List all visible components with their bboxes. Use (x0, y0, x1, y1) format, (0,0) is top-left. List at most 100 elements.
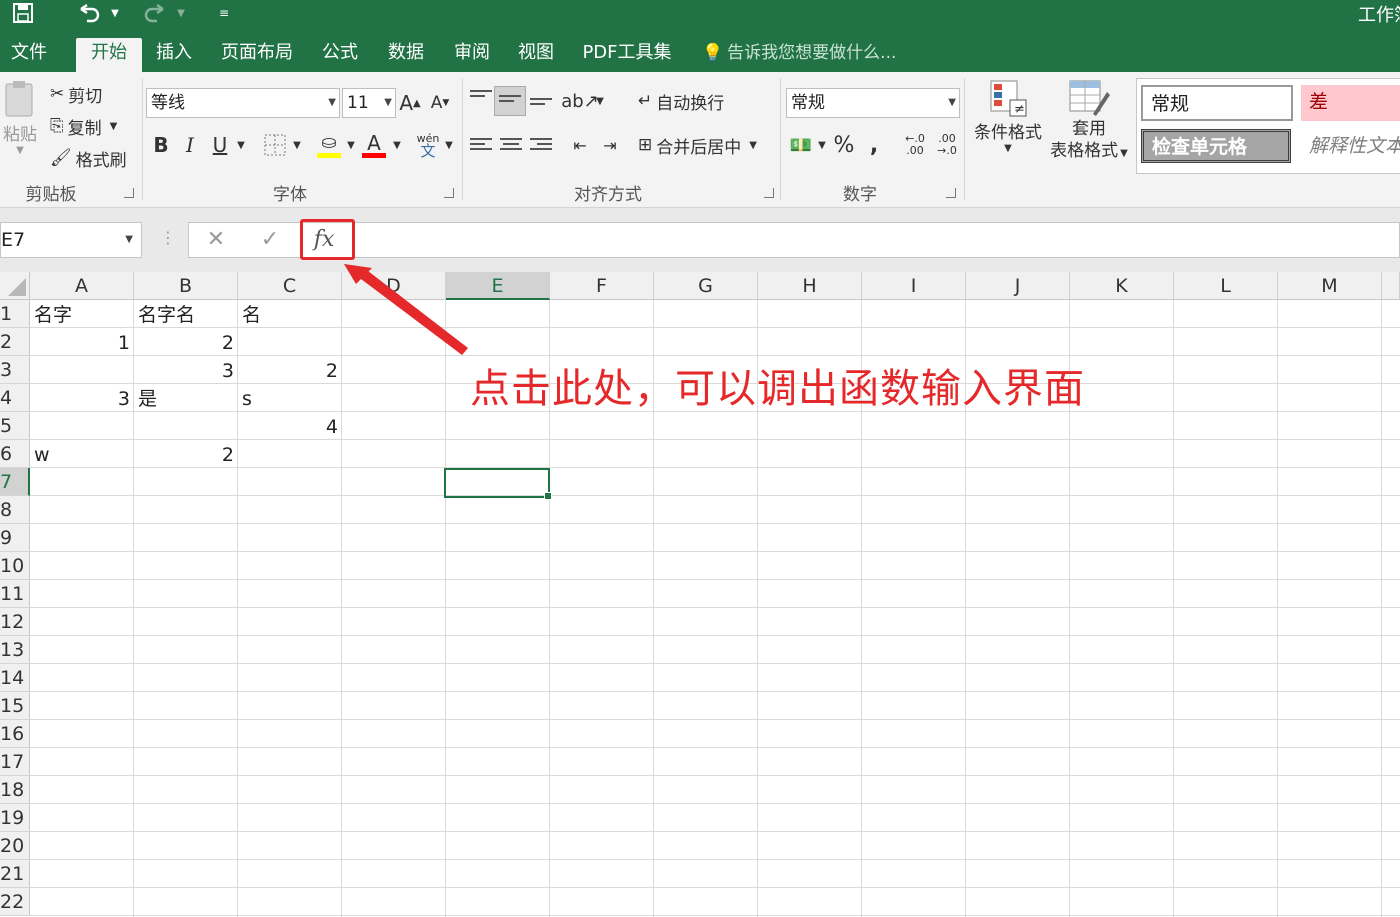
comma-style-button[interactable]: , (864, 130, 884, 160)
column-header-a[interactable]: A (30, 272, 134, 300)
row-header-15[interactable]: 15 (0, 692, 30, 720)
number-launcher-icon[interactable] (946, 188, 956, 198)
merge-center-button[interactable]: ⊞ 合并后居中 ▼ (638, 130, 757, 160)
shrink-font-icon[interactable]: A ▼ (430, 88, 450, 118)
cell-b1[interactable]: 名字名 (134, 300, 238, 328)
tab-view[interactable]: 视图 (510, 38, 562, 72)
active-cell-e7[interactable] (444, 468, 552, 500)
row-header-8[interactable]: 8 (0, 496, 30, 524)
row-header-5[interactable]: 5 (0, 412, 30, 440)
row-header-7[interactable]: 7 (0, 468, 30, 496)
borders-dropdown-icon[interactable]: ▼ (290, 130, 304, 160)
paste-button[interactable]: 粘贴 ▼ (0, 80, 40, 170)
cell-a6[interactable]: w (30, 440, 134, 468)
increase-decimal-icon[interactable]: ←.0.00 (900, 130, 930, 160)
align-left-icon[interactable] (470, 138, 492, 156)
style-normal[interactable]: 常规 (1141, 85, 1293, 121)
align-bottom-icon[interactable] (530, 98, 552, 116)
align-middle-button[interactable] (494, 86, 526, 116)
cell-c3[interactable]: 2 (238, 356, 342, 384)
cell-a1[interactable]: 名字 (30, 300, 134, 328)
cell-a2[interactable]: 1 (30, 328, 134, 356)
conditional-formatting-button[interactable]: ≠ 条件格式 ▼ (968, 78, 1048, 170)
row-header-9[interactable]: 9 (0, 524, 30, 552)
row-header-6[interactable]: 6 (0, 440, 30, 468)
customize-qat-icon[interactable]: ≡ (216, 0, 232, 26)
tab-review[interactable]: 审阅 (446, 38, 498, 72)
row-header-22[interactable]: 22 (0, 888, 30, 916)
cell-b4[interactable]: 是 (134, 384, 238, 412)
redo-icon[interactable] (140, 0, 170, 26)
column-header-f[interactable]: F (550, 272, 654, 300)
font-size-select[interactable]: 11 ▼ (342, 88, 396, 118)
align-center-icon[interactable] (500, 138, 522, 156)
font-color-icon[interactable]: A (360, 130, 388, 160)
row-header-13[interactable]: 13 (0, 636, 30, 664)
row-header-16[interactable]: 16 (0, 720, 30, 748)
cell-b3[interactable]: 3 (134, 356, 238, 384)
column-header-l[interactable]: L (1174, 272, 1278, 300)
phonetic-guide-icon[interactable]: wén 文 (414, 130, 442, 160)
cell-c1[interactable]: 名 (238, 300, 342, 328)
column-header-e[interactable]: E (446, 272, 550, 300)
row-header-1[interactable]: 1 (0, 300, 30, 328)
column-header-i[interactable]: I (862, 272, 966, 300)
enter-icon[interactable]: ✓ (255, 223, 285, 257)
align-top-icon[interactable] (470, 90, 492, 108)
underline-button[interactable]: U (208, 130, 232, 160)
accounting-format-icon[interactable]: 💵 (788, 130, 814, 160)
row-header-18[interactable]: 18 (0, 776, 30, 804)
column-header-n[interactable] (1382, 272, 1400, 300)
tab-data[interactable]: 数据 (380, 38, 432, 72)
column-header-h[interactable]: H (758, 272, 862, 300)
font-name-select[interactable]: 等线 ▼ (146, 88, 340, 118)
percent-style-button[interactable]: % (832, 130, 856, 160)
column-header-j[interactable]: J (966, 272, 1070, 300)
orientation-icon[interactable]: ab↗ (561, 86, 599, 116)
formula-bar-resize-handle[interactable]: ⋮ (160, 228, 176, 247)
copy-button[interactable]: ⎘ 复制 ▼ (50, 112, 117, 140)
style-check-cell[interactable]: 检查单元格 (1141, 129, 1291, 163)
style-explanatory[interactable]: 解释性文本 (1301, 129, 1400, 165)
cell-b2[interactable]: 2 (134, 328, 238, 356)
undo-dropdown-icon[interactable]: ▼ (108, 0, 122, 26)
wrap-text-button[interactable]: ↵ 自动换行 (638, 86, 724, 116)
row-header-11[interactable]: 11 (0, 580, 30, 608)
cell-c5[interactable]: 4 (238, 412, 342, 440)
name-box[interactable]: E7 ▼ (0, 222, 142, 258)
format-painter-button[interactable]: 🖌 格式刷 (50, 144, 127, 172)
row-header-2[interactable]: 2 (0, 328, 30, 356)
alignment-launcher-icon[interactable] (764, 188, 774, 198)
formula-input[interactable]: ✕ ✓ fx (188, 222, 1400, 258)
column-header-d[interactable]: D (342, 272, 446, 300)
column-header-k[interactable]: K (1070, 272, 1174, 300)
redo-dropdown-icon[interactable]: ▼ (174, 0, 188, 26)
undo-icon[interactable] (74, 0, 104, 26)
align-right-icon[interactable] (530, 138, 552, 156)
tell-me-search[interactable]: 💡 告诉我您想要做什么... (702, 38, 896, 72)
font-color-dropdown-icon[interactable]: ▼ (390, 130, 404, 160)
row-header-10[interactable]: 10 (0, 552, 30, 580)
row-header-14[interactable]: 14 (0, 664, 30, 692)
column-header-b[interactable]: B (134, 272, 238, 300)
cut-button[interactable]: ✂ 剪切 (50, 80, 102, 108)
cell-c4[interactable]: s (238, 384, 342, 412)
select-all-button[interactable] (0, 272, 30, 300)
decrease-indent-icon[interactable]: ⇤ (568, 130, 592, 160)
bold-button[interactable]: B (150, 130, 172, 160)
orientation-dropdown-icon[interactable]: ▼ (594, 86, 606, 116)
italic-button[interactable]: I (180, 130, 200, 160)
column-header-g[interactable]: G (654, 272, 758, 300)
column-header-m[interactable]: M (1278, 272, 1382, 300)
format-as-table-button[interactable]: 套用 表格格式 ▼ (1046, 78, 1132, 174)
style-bad[interactable]: 差 (1301, 85, 1400, 121)
row-header-12[interactable]: 12 (0, 608, 30, 636)
cell-a4[interactable]: 3 (30, 384, 134, 412)
row-header-3[interactable]: 3 (0, 356, 30, 384)
cancel-icon[interactable]: ✕ (201, 223, 231, 257)
tab-formulas[interactable]: 公式 (314, 38, 366, 72)
fill-color-icon[interactable]: ⛀ (314, 130, 344, 160)
borders-icon[interactable] (262, 130, 288, 160)
save-icon[interactable] (8, 0, 38, 26)
clipboard-launcher-icon[interactable] (124, 188, 134, 198)
